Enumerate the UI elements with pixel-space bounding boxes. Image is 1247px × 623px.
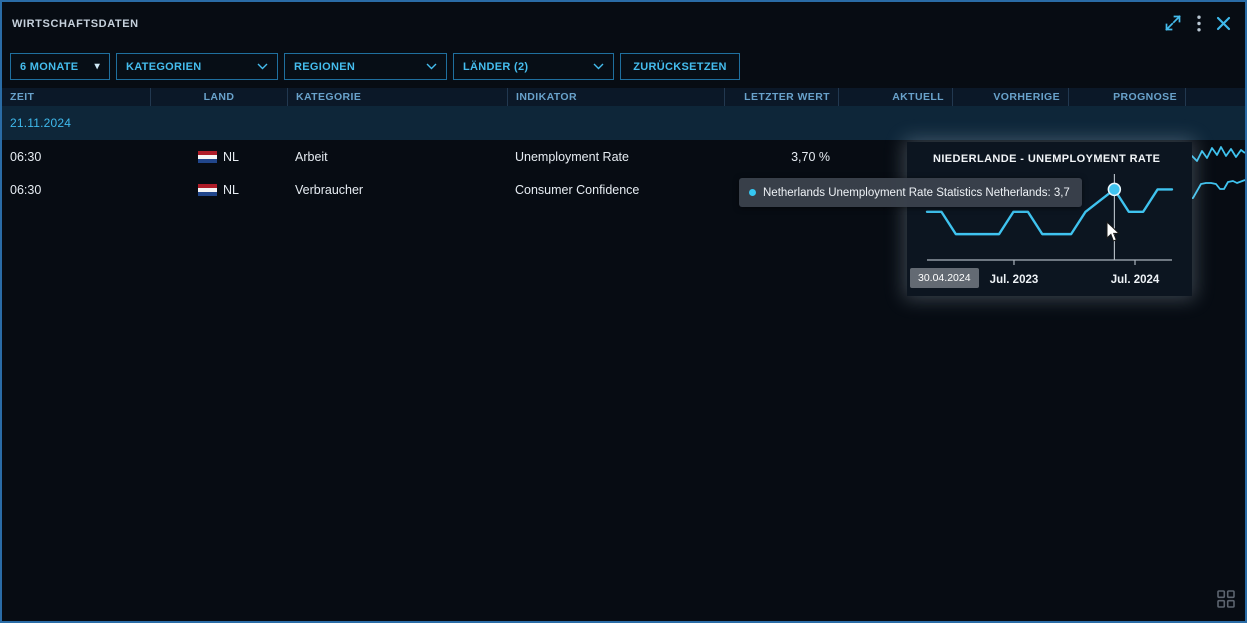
column-header-prognose: PROGNOSE <box>1068 88 1185 106</box>
categories-dropdown[interactable]: KATEGORIEN <box>116 53 278 80</box>
chevron-down-icon: ▾ <box>95 61 100 72</box>
categories-dropdown-label: KATEGORIEN <box>126 61 202 73</box>
mouse-cursor <box>1106 221 1121 243</box>
nl-flag-icon <box>198 184 217 196</box>
hover-date-badge: 30.04.2024 <box>910 268 979 288</box>
chevron-down-icon <box>593 63 604 70</box>
column-header-indikator: INDIKATOR <box>507 88 724 106</box>
reset-button[interactable]: ZURÜCKSETZEN <box>620 53 740 80</box>
column-header-aktuell: AKTUELL <box>838 88 952 106</box>
column-header-kategorie: KATEGORIE <box>287 88 507 106</box>
x-axis-tick-label: Jul. 2024 <box>1111 274 1160 286</box>
series-tooltip-text: Netherlands Unemployment Rate Statistics… <box>763 187 1070 199</box>
series-tooltip: Netherlands Unemployment Rate Statistics… <box>739 178 1082 207</box>
chevron-down-icon <box>257 63 268 70</box>
cell-indikator: Consumer Confidence <box>507 173 724 206</box>
cell-letzter-wert: 3,70 % <box>724 140 838 173</box>
column-header-chart <box>1185 88 1245 106</box>
country-code: NL <box>223 150 239 164</box>
series-bullet-icon <box>749 189 756 196</box>
cell-land: NL <box>150 140 287 173</box>
close-icon[interactable] <box>1216 16 1231 31</box>
chevron-down-icon <box>426 63 437 70</box>
row-sparkline-chart[interactable] <box>1187 177 1245 203</box>
column-header-land: LAND <box>150 88 287 106</box>
country-code: NL <box>223 183 239 197</box>
cell-sparkline <box>1185 140 1247 173</box>
countries-dropdown-label: LÄNDER (2) <box>463 61 528 73</box>
titlebar: WIRTSCHAFTSDATEN <box>2 2 1245 48</box>
kebab-menu-icon[interactable] <box>1197 15 1201 32</box>
nl-flag-icon <box>198 151 217 163</box>
cell-kategorie: Arbeit <box>287 140 507 173</box>
indicator-chart-popup: NIEDERLANDE - UNEMPLOYMENT RATE Jul. 202… <box>907 142 1192 296</box>
filter-bar: 6 MONATE ▾ KATEGORIEN REGIONEN LÄNDER (2… <box>10 53 740 80</box>
widget-title: WIRTSCHAFTSDATEN <box>12 18 139 30</box>
table-header-row: ZEIT LAND KATEGORIE INDIKATOR LETZTER WE… <box>2 88 1245 106</box>
column-header-zeit: ZEIT <box>2 88 150 106</box>
row-sparkline-chart[interactable] <box>1187 144 1245 170</box>
cell-sparkline <box>1185 173 1247 206</box>
titlebar-actions <box>1164 14 1231 32</box>
cell-land: NL <box>150 173 287 206</box>
chart-popup-title: NIEDERLANDE - UNEMPLOYMENT RATE <box>933 153 1160 165</box>
cell-zeit: 06:30 <box>2 140 150 173</box>
economic-data-widget: WIRTSCHAFTSDATEN <box>0 0 1247 623</box>
x-axis-tick-label: Jul. 2023 <box>990 274 1039 286</box>
column-header-letzter-wert: LETZTER WERT <box>724 88 838 106</box>
widget-grid-icon[interactable] <box>1217 590 1235 613</box>
timeframe-dropdown[interactable]: 6 MONATE ▾ <box>10 53 110 80</box>
regions-dropdown[interactable]: REGIONEN <box>284 53 447 80</box>
cell-zeit: 06:30 <box>2 173 150 206</box>
countries-dropdown[interactable]: LÄNDER (2) <box>453 53 614 80</box>
cell-kategorie: Verbraucher <box>287 173 507 206</box>
cell-indikator: Unemployment Rate <box>507 140 724 173</box>
column-header-vorherige: VORHERIGE <box>952 88 1068 106</box>
date-group-row: 21.11.2024 <box>2 106 1245 140</box>
expand-icon[interactable] <box>1164 14 1182 32</box>
timeframe-dropdown-label: 6 MONATE <box>20 61 78 73</box>
regions-dropdown-label: REGIONEN <box>294 61 355 73</box>
